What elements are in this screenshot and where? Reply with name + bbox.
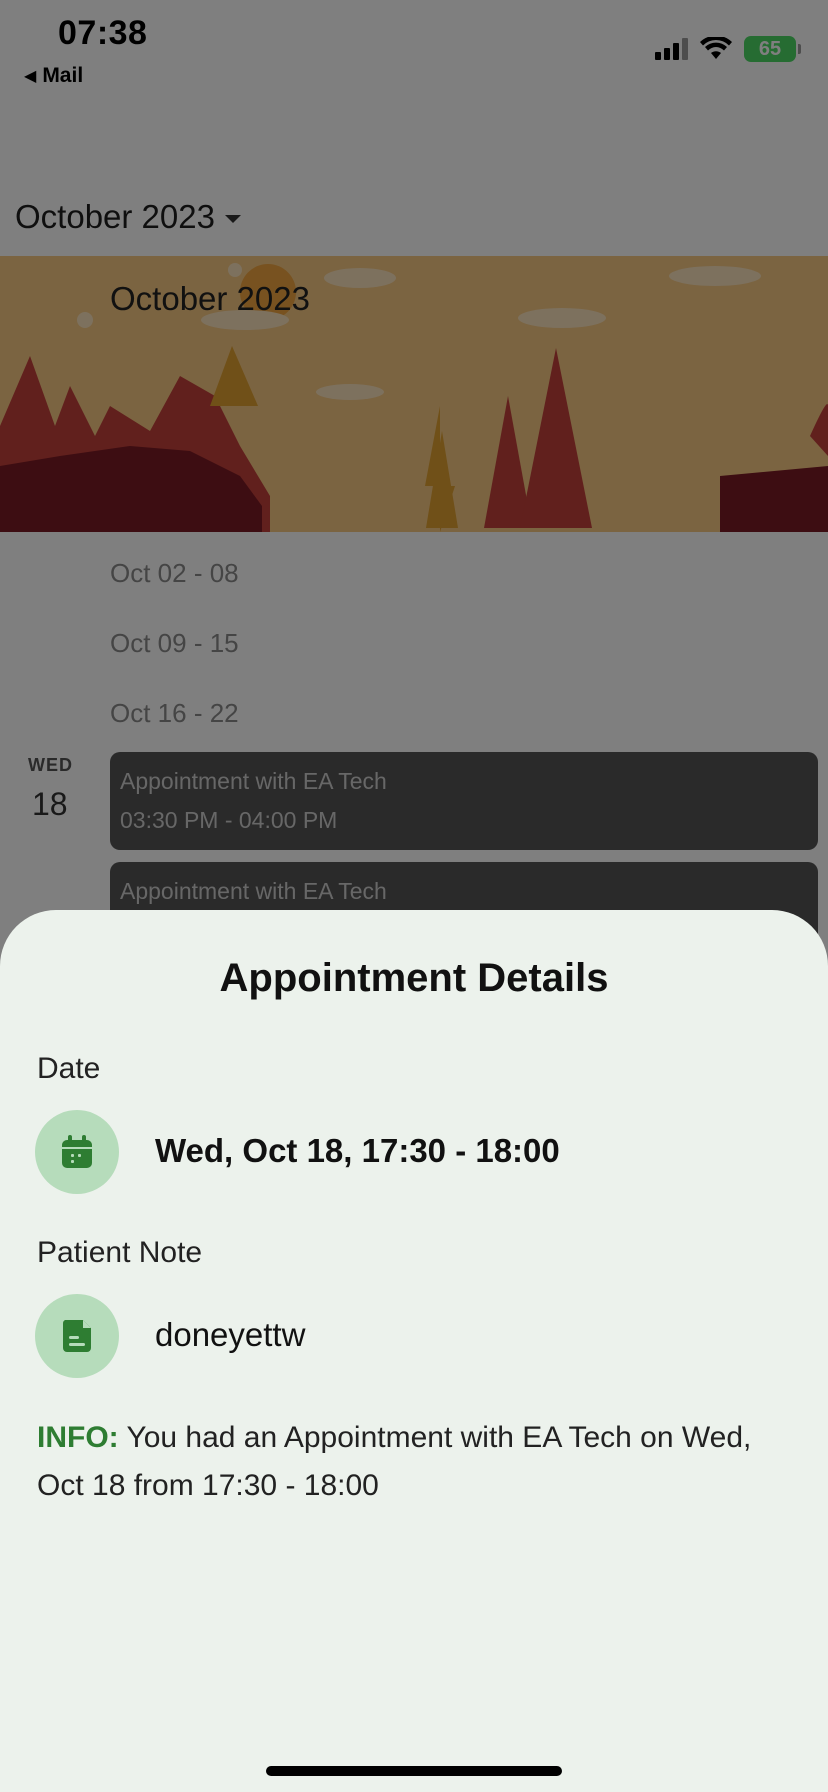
note-icon: [62, 1320, 91, 1352]
info-text: You had an Appointment with EA Tech on W…: [37, 1421, 752, 1502]
sheet-title: Appointment Details: [219, 956, 609, 1000]
info-message: INFO: You had an Appointment with EA Tec…: [37, 1414, 797, 1510]
calendar-icon: [62, 1135, 92, 1168]
patient-note-value: doneyettw: [155, 1316, 306, 1353]
note-icon-circle: [35, 1294, 119, 1378]
calendar-icon-circle: [35, 1110, 119, 1194]
appointment-date-value: Wed, Oct 18, 17:30 - 18:00: [155, 1132, 560, 1169]
home-indicator[interactable]: [266, 1766, 562, 1776]
date-label: Date: [37, 1052, 101, 1085]
patient-note-label: Patient Note: [37, 1236, 203, 1269]
info-label: INFO:: [37, 1421, 119, 1454]
appointment-details-sheet: Appointment Details Date Wed, Oct 18, 17…: [0, 910, 828, 1792]
